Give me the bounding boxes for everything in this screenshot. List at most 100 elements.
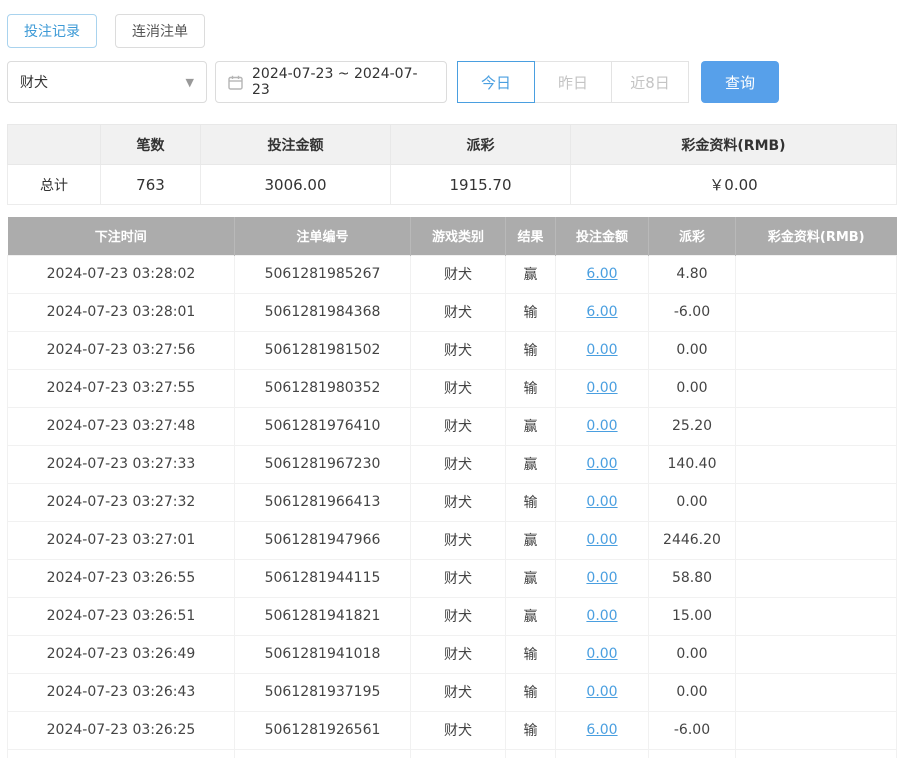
payout-cell: 2446.20: [648, 520, 736, 560]
table-row: 2024-07-23 03:27:32 5061281966413 财犬 输 0…: [7, 482, 897, 522]
payout-cell: -6.00: [648, 748, 736, 758]
table-row: 2024-07-23 03:27:33 5061281967230 财犬 赢 0…: [7, 444, 897, 484]
result-cell: 赢: [505, 520, 556, 560]
bet-amount-link[interactable]: 0.00: [586, 494, 617, 510]
game-type-cell: 财犬: [410, 406, 506, 446]
bet-time-cell: 2024-07-23 03:27:56: [7, 330, 235, 370]
table-row: 2024-07-23 03:26:24 5061281925717 财犬 输 6…: [7, 748, 897, 758]
bet-time-cell: 2024-07-23 03:26:24: [7, 748, 235, 758]
order-id-cell: 5061281941821: [234, 596, 411, 636]
order-id-cell: 5061281947966: [234, 520, 411, 560]
bonus-cell: [735, 748, 897, 758]
result-cell: 赢: [505, 406, 556, 446]
bet-amount-link[interactable]: 6.00: [586, 304, 617, 320]
summary-table: 笔数 投注金额 派彩 彩金资料(RMB) 总计 763 3006.00 1915…: [7, 124, 897, 205]
tab-cancelled-orders[interactable]: 连消注单: [115, 14, 205, 48]
summary-bet-value: 3006.00: [200, 164, 391, 205]
bet-amount-link[interactable]: 0.00: [586, 380, 617, 396]
summary-header-payout: 派彩: [390, 124, 571, 165]
order-id-cell: 5061281984368: [234, 292, 411, 332]
bonus-cell: [735, 672, 897, 712]
summary-count-value: 763: [100, 164, 201, 205]
bet-time-cell: 2024-07-23 03:26:51: [7, 596, 235, 636]
order-id-cell: 5061281937195: [234, 672, 411, 712]
game-select-value: 财犬: [20, 75, 48, 91]
chevron-down-icon: ▼: [185, 75, 194, 89]
game-type-cell: 财犬: [410, 748, 506, 758]
col-header-game-type: 游戏类别: [410, 217, 506, 255]
bet-amount-cell: 0.00: [555, 596, 649, 636]
bet-amount-link[interactable]: 0.00: [586, 646, 617, 662]
col-header-bet-time: 下注时间: [7, 217, 235, 255]
payout-cell: 0.00: [648, 330, 736, 370]
bet-amount-cell: 0.00: [555, 672, 649, 712]
summary-total-row: 总计 763 3006.00 1915.70 ￥0.00: [7, 164, 897, 205]
col-header-bet-amount: 投注金额: [555, 217, 649, 255]
result-cell: 输: [505, 710, 556, 750]
payout-cell: 58.80: [648, 558, 736, 598]
bet-time-cell: 2024-07-23 03:27:48: [7, 406, 235, 446]
game-select[interactable]: 财犬 ▼: [7, 61, 207, 103]
order-id-cell: 5061281926561: [234, 710, 411, 750]
bet-amount-link[interactable]: 0.00: [586, 456, 617, 472]
date-range-picker[interactable]: 2024-07-23 ~ 2024-07-23: [215, 61, 447, 103]
summary-payout-value: 1915.70: [390, 164, 571, 205]
bonus-cell: [735, 368, 897, 408]
bet-amount-cell: 0.00: [555, 558, 649, 598]
search-button[interactable]: 查询: [701, 61, 779, 103]
bet-amount-cell: 0.00: [555, 520, 649, 560]
bet-time-cell: 2024-07-23 03:28:02: [7, 254, 235, 294]
bet-amount-link[interactable]: 0.00: [586, 532, 617, 548]
bet-amount-cell: 0.00: [555, 406, 649, 446]
payout-cell: 25.20: [648, 406, 736, 446]
date-range-value: 2024-07-23 ~ 2024-07-23: [252, 66, 418, 98]
filter-bar: 财犬 ▼ 2024-07-23 ~ 2024-07-23 今日 昨日 近8日 查…: [7, 61, 896, 103]
bonus-cell: [735, 482, 897, 522]
bonus-cell: [735, 292, 897, 332]
bet-amount-link[interactable]: 6.00: [586, 266, 617, 282]
quick-date-buttons: 今日 昨日 近8日: [457, 61, 689, 103]
bet-time-cell: 2024-07-23 03:27:33: [7, 444, 235, 484]
bet-amount-link[interactable]: 0.00: [586, 570, 617, 586]
bet-time-cell: 2024-07-23 03:27:01: [7, 520, 235, 560]
payout-cell: -6.00: [648, 292, 736, 332]
game-type-cell: 财犬: [410, 482, 506, 522]
summary-header-bonus: 彩金资料(RMB): [570, 124, 897, 165]
result-cell: 输: [505, 482, 556, 522]
yesterday-button[interactable]: 昨日: [534, 61, 612, 103]
bet-time-cell: 2024-07-23 03:27:32: [7, 482, 235, 522]
summary-header-row: 笔数 投注金额 派彩 彩金资料(RMB): [7, 124, 897, 165]
bonus-cell: [735, 444, 897, 484]
bet-amount-link[interactable]: 0.00: [586, 608, 617, 624]
tab-betting-records[interactable]: 投注记录: [7, 14, 97, 48]
table-row: 2024-07-23 03:26:55 5061281944115 财犬 赢 0…: [7, 558, 897, 598]
order-id-cell: 5061281980352: [234, 368, 411, 408]
summary-bonus-value: ￥0.00: [570, 164, 897, 205]
table-row: 2024-07-23 03:27:48 5061281976410 财犬 赢 0…: [7, 406, 897, 446]
bet-time-cell: 2024-07-23 03:28:01: [7, 292, 235, 332]
records-header-row: 下注时间 注单编号 游戏类别 结果 投注金额 派彩 彩金资料(RMB): [7, 217, 897, 255]
result-cell: 赢: [505, 558, 556, 598]
bet-amount-link[interactable]: 0.00: [586, 684, 617, 700]
col-header-payout: 派彩: [648, 217, 736, 255]
bet-amount-cell: 0.00: [555, 368, 649, 408]
payout-cell: 0.00: [648, 482, 736, 522]
bet-amount-cell: 0.00: [555, 634, 649, 674]
payout-cell: 0.00: [648, 368, 736, 408]
summary-header-bet: 投注金额: [200, 124, 391, 165]
order-id-cell: 5061281941018: [234, 634, 411, 674]
summary-header-count: 笔数: [100, 124, 201, 165]
order-id-cell: 5061281944115: [234, 558, 411, 598]
bonus-cell: [735, 710, 897, 750]
bet-amount-link[interactable]: 6.00: [586, 722, 617, 738]
game-type-cell: 财犬: [410, 558, 506, 598]
today-button[interactable]: 今日: [457, 61, 535, 103]
bonus-cell: [735, 330, 897, 370]
bet-amount-link[interactable]: 0.00: [586, 342, 617, 358]
last-8-days-button[interactable]: 近8日: [611, 61, 689, 103]
payout-cell: 140.40: [648, 444, 736, 484]
records-table: 下注时间 注单编号 游戏类别 结果 投注金额 派彩 彩金资料(RMB) 2024…: [7, 217, 897, 758]
bet-amount-link[interactable]: 0.00: [586, 418, 617, 434]
bet-time-cell: 2024-07-23 03:27:55: [7, 368, 235, 408]
payout-cell: 15.00: [648, 596, 736, 636]
